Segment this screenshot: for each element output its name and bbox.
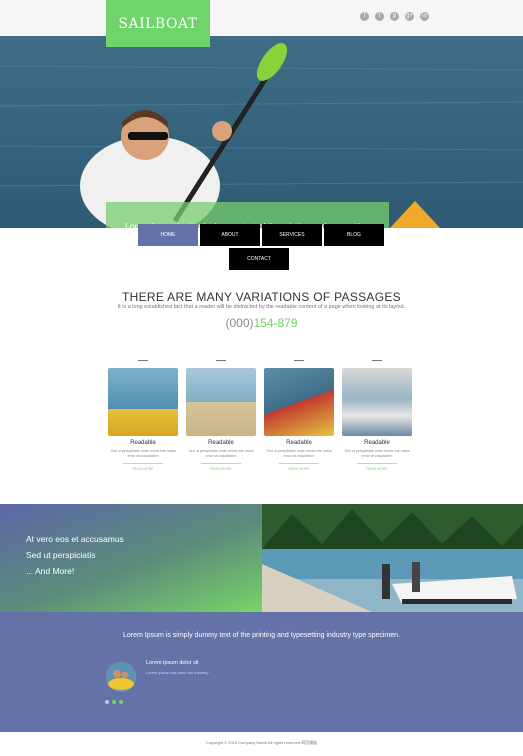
promo-band: At vero eos et accusamus Sed ut perspici…	[0, 504, 523, 612]
feature-cards: Readable Sed ut perspiciatis unde omnis …	[108, 360, 412, 471]
testimonial-name: Lorem ipsum dolor sit	[146, 660, 199, 666]
promo-text-panel: At vero eos et accusamus Sed ut perspici…	[0, 504, 262, 612]
card-title: Readable	[208, 440, 234, 446]
divider	[357, 463, 397, 464]
carousel-dot[interactable]	[119, 700, 123, 704]
nav-home[interactable]: HOME	[138, 224, 198, 246]
hero-image	[0, 36, 523, 228]
carousel-dot[interactable]	[105, 700, 109, 704]
card-image[interactable]	[342, 368, 412, 436]
divider	[201, 463, 241, 464]
card-desc: Sed ut perspiciatis unde omnis iste natu…	[188, 449, 254, 458]
avatar	[106, 662, 136, 692]
divider	[294, 360, 304, 361]
feature-card: Readable Sed ut perspiciatis unde omnis …	[108, 360, 178, 471]
main-nav-row2: CONTACT	[229, 248, 291, 270]
twitter-icon[interactable]: t	[375, 12, 384, 21]
carousel-dot[interactable]	[112, 700, 116, 704]
promo-line: Sed ut perspiciatis	[26, 550, 96, 560]
divider	[279, 463, 319, 464]
read-more-link[interactable]: READ MORE	[264, 467, 334, 471]
read-more-link[interactable]: READ MORE	[342, 467, 412, 471]
feature-card: Readable Sed ut perspiciatis unde omnis …	[264, 360, 334, 471]
copyright-text: Copyright © 2016 Company Name All rights…	[205, 740, 318, 745]
nav-blog[interactable]: BLOG	[324, 224, 384, 246]
read-more-link[interactable]: READ MORE	[186, 467, 256, 471]
linkedin-icon[interactable]: in	[420, 12, 429, 21]
main-nav: HOME ABOUT SERVICES BLOG	[138, 224, 386, 246]
header: f t p g+ in	[0, 0, 523, 36]
feature-card: Readable Sed ut perspiciatis unde omnis …	[186, 360, 256, 471]
feature-card: Readable Sed ut perspiciatis unde omnis …	[342, 360, 412, 471]
section-title: THERE ARE MANY VARIATIONS OF PASSAGES	[122, 290, 401, 304]
promo-line: ... And More!	[26, 566, 75, 576]
google-plus-icon[interactable]: g+	[405, 12, 414, 21]
phone-digits: 154-879	[253, 316, 298, 330]
testimonial-section: Lorem Ipsum is simply dummy text of the …	[0, 612, 523, 732]
read-more-link[interactable]: READ MORE	[108, 467, 178, 471]
social-links: f t p g+ in	[360, 12, 429, 21]
card-desc: Sed ut perspiciatis unde omnis iste natu…	[110, 449, 176, 458]
logo[interactable]: SAILBOAT	[106, 0, 210, 47]
phone-number: (000)154-879	[0, 316, 523, 330]
card-image[interactable]	[108, 368, 178, 436]
section-subtitle: It is a long established fact that a rea…	[117, 304, 406, 310]
card-title: Readable	[130, 440, 156, 446]
pinterest-icon[interactable]: p	[390, 12, 399, 21]
promo-line: At vero eos et accusamus	[26, 534, 124, 544]
footer: Copyright © 2016 Company Name All rights…	[0, 732, 523, 756]
nav-services[interactable]: SERVICES	[262, 224, 322, 246]
nav-contact[interactable]: CONTACT	[229, 248, 289, 270]
promo-image	[262, 504, 523, 612]
divider	[123, 463, 163, 464]
divider	[372, 360, 382, 361]
divider	[216, 360, 226, 361]
hero-banner: Lorem Ipsum is simply dummy text of the …	[0, 36, 523, 228]
carousel-dots	[105, 700, 123, 704]
phone-code: (000)	[225, 316, 254, 330]
facebook-icon[interactable]: f	[360, 12, 369, 21]
card-desc: Sed ut perspiciatis unde omnis iste natu…	[344, 449, 410, 458]
card-image[interactable]	[186, 368, 256, 436]
card-desc: Sed ut perspiciatis unde omnis iste natu…	[266, 449, 332, 458]
divider	[138, 360, 148, 361]
nav-about[interactable]: ABOUT	[200, 224, 260, 246]
testimonial-quote: Lorem Ipsum is simply dummy text of the …	[122, 632, 400, 639]
card-title: Readable	[364, 440, 390, 446]
card-image[interactable]	[264, 368, 334, 436]
testimonial-role: Lorem ipsum has been the industry	[146, 670, 209, 675]
card-title: Readable	[286, 440, 312, 446]
